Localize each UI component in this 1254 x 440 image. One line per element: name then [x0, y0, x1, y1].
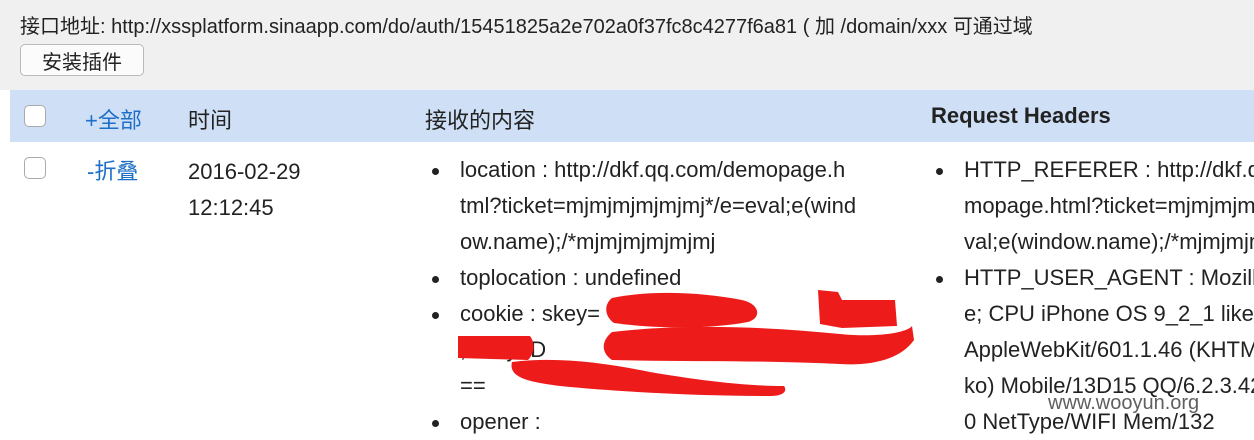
content-line: location : http://dkf.qq.com/demopage.h	[460, 157, 846, 182]
content-line: ow.name);/*mjmjmjmjmjmj	[460, 229, 716, 254]
expand-all-link[interactable]: +全部	[85, 103, 142, 135]
watermark: www.wooyun.org	[1048, 392, 1200, 414]
header-item-referer: HTTP_REFERER : http://dkf.qq.com/de mopa…	[926, 152, 1254, 260]
header-line: HTTP_USER_AGENT : Mozilla/5.0 (iPhon	[964, 265, 1254, 290]
select-all-checkbox[interactable]	[24, 105, 46, 127]
content-item-cookie: cookie : skey= ; vkey=D ==	[422, 296, 856, 404]
table-row: -折叠 2016-02-29 12:12:45 location : http:…	[10, 142, 1254, 434]
content-item-toplocation: toplocation : undefined	[422, 260, 856, 296]
content-line: ==	[460, 373, 486, 398]
column-header-request-headers: Request Headers	[931, 103, 1111, 128]
content-line: toplocation : undefined	[460, 265, 682, 290]
received-content-list: location : http://dkf.qq.com/demopage.h …	[422, 152, 856, 440]
collapse-row-link[interactable]: -折叠	[87, 154, 138, 186]
column-header-content: 接收的内容	[425, 108, 536, 133]
install-plugin-button[interactable]: 安装插件	[20, 44, 144, 76]
header-line: e; CPU iPhone OS 9_2_1 like Mac OS X)	[964, 301, 1254, 326]
header-line: mopage.html?ticket=mjmjmjmjmjmj*/e=e	[964, 193, 1254, 218]
header-line: AppleWebKit/601.1.46 (KHTML, like Gec	[964, 337, 1254, 362]
header-line: HTTP_REFERER : http://dkf.qq.com/de	[964, 157, 1254, 182]
content-item-opener: opener :	[422, 404, 856, 440]
top-bar: 接口地址: http://xssplatform.sinaapp.com/do/…	[0, 0, 1254, 90]
content-line: ; vkey=D	[460, 337, 547, 362]
content-item-location: location : http://dkf.qq.com/demopage.h …	[422, 152, 856, 260]
row-select-checkbox[interactable]	[24, 157, 46, 179]
content-line: cookie : skey=	[460, 301, 601, 326]
api-address-text: 接口地址: http://xssplatform.sinaapp.com/do/…	[20, 16, 1033, 38]
row-time: 2016-02-29 12:12:45	[188, 154, 301, 226]
column-header-time: 时间	[188, 108, 233, 133]
row-date: 2016-02-29	[188, 159, 301, 184]
row-clock: 12:12:45	[188, 195, 274, 220]
content-line: tml?ticket=mjmjmjmjmjmj*/e=eval;e(wind	[460, 193, 857, 218]
header-line: val;e(window.name);/*mjmjmjmjmjmj	[964, 229, 1254, 254]
table-header: +全部 时间 接收的内容 Request Headers	[10, 90, 1254, 142]
content-line: opener :	[460, 409, 541, 434]
